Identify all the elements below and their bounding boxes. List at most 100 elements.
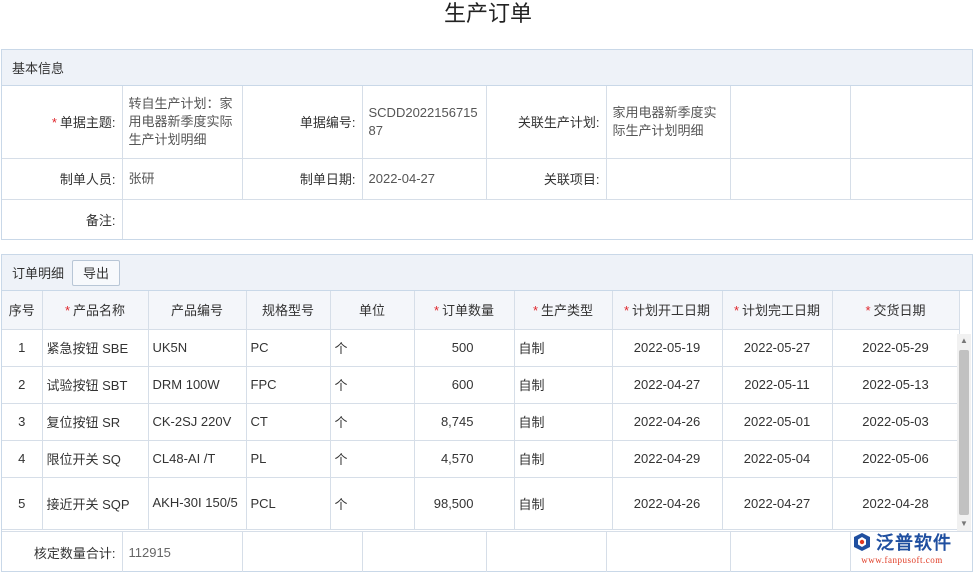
cell-unit[interactable]: 个	[330, 366, 415, 404]
empty-cell	[729, 86, 851, 159]
cell-start[interactable]: 2022-04-26	[612, 403, 723, 441]
cell-unit[interactable]: 个	[330, 329, 415, 367]
basic-info-table: * 单据主题: 转自生产计划：家用电器新季度实际生产计划明细 单据编号: SCDD…	[2, 86, 972, 239]
cell-name[interactable]: 紧急按钮 SBE	[42, 329, 149, 367]
cell-start[interactable]: 2022-04-27	[612, 366, 723, 404]
date-value[interactable]: 2022-04-27	[361, 157, 487, 200]
required-mark: *	[64, 303, 71, 319]
logo-icon	[854, 533, 870, 551]
col-header-code[interactable]: 产品编号	[148, 291, 247, 330]
cell-no: 5	[2, 477, 43, 530]
total-value: 112915	[122, 532, 243, 572]
col-header-finish[interactable]: * 计划完工日期	[722, 291, 833, 330]
summary-table: 核定数量合计: 112915	[2, 532, 972, 572]
cell-no: 3	[2, 403, 43, 441]
cell-start[interactable]: 2022-04-29	[612, 440, 723, 478]
col-header-no[interactable]: 序号	[2, 291, 43, 330]
empty-cell	[849, 86, 972, 159]
brand-logo: 泛普软件 www.fanpusoft.com	[840, 529, 964, 565]
cell-code[interactable]: CL48-AI /T	[148, 440, 247, 478]
cell-type[interactable]: 自制	[514, 440, 613, 478]
cell-code[interactable]: DRM 100W	[148, 366, 247, 404]
project-label: 关联项目:	[485, 157, 607, 200]
order-detail-panel: 订单明细 导出 序号 * 产品名称 产品编号 规格型号 单位 * 订单数量 * 生产类…	[1, 254, 973, 572]
logo-text: 泛普软件	[876, 533, 952, 553]
cell-name[interactable]: 限位开关 SQ	[42, 440, 149, 478]
table-row[interactable]: 2 试验按钮 SBT DRM 100W FPC 个 600 自制 2022-04…	[2, 366, 960, 404]
subject-value[interactable]: 转自生产计划：家用电器新季度实际生产计划明细	[121, 86, 243, 159]
cell-type[interactable]: 自制	[514, 329, 613, 367]
col-header-delivery[interactable]: * 交货日期	[832, 291, 960, 330]
project-value[interactable]	[605, 157, 731, 200]
cell-spec[interactable]: PC	[246, 329, 331, 367]
export-button[interactable]: 导出	[72, 259, 121, 286]
cell-finish[interactable]: 2022-04-27	[722, 477, 833, 530]
cell-qty[interactable]: 4,570	[414, 440, 515, 478]
required-mark: *	[623, 303, 630, 319]
table-row[interactable]: 1 紧急按钮 SBE UK5N PC 个 500 自制 2022-05-19 2…	[2, 329, 960, 367]
cell-name[interactable]: 复位按钮 SR	[42, 403, 149, 441]
scroll-thumb[interactable]	[959, 350, 969, 515]
scroll-up-icon[interactable]: ▲	[957, 334, 971, 348]
cell-code[interactable]: CK-2SJ 220V	[148, 403, 247, 441]
cell-delivery[interactable]: 2022-05-03	[832, 403, 960, 441]
summary-row: 核定数量合计: 112915	[2, 531, 972, 572]
cell-qty[interactable]: 8,745	[414, 403, 515, 441]
remark-value[interactable]	[121, 198, 972, 239]
cell-name[interactable]: 试验按钮 SBT	[42, 366, 149, 404]
logo-url: www.fanpusoft.com	[861, 555, 943, 565]
empty-cell	[729, 157, 851, 200]
basic-info-panel: 基本信息 * 单据主题: 转自生产计划：家用电器新季度实际生产计划明细 单据编号:…	[1, 49, 973, 240]
cell-qty[interactable]: 600	[414, 366, 515, 404]
cell-type[interactable]: 自制	[514, 403, 613, 441]
plan-value[interactable]: 家用电器新季度实际生产计划明细	[605, 86, 731, 159]
cell-qty[interactable]: 500	[414, 329, 515, 367]
cell-code[interactable]: UK5N	[148, 329, 247, 367]
col-header-name[interactable]: * 产品名称	[42, 291, 149, 330]
required-mark: *	[51, 115, 57, 131]
cell-spec[interactable]: FPC	[246, 366, 331, 404]
cell-start[interactable]: 2022-05-19	[612, 329, 723, 367]
cell-delivery[interactable]: 2022-04-28	[832, 477, 960, 530]
cell-finish[interactable]: 2022-05-04	[722, 440, 833, 478]
cell-qty[interactable]: 98,500	[414, 477, 515, 530]
order-detail-title: 订单明细	[12, 266, 65, 281]
required-mark: *	[433, 303, 440, 319]
col-header-unit[interactable]: 单位	[330, 291, 415, 330]
cell-code[interactable]: AKH-30I 150/5	[148, 477, 247, 530]
cell-unit[interactable]: 个	[330, 440, 415, 478]
cell-type[interactable]: 自制	[514, 366, 613, 404]
col-header-type[interactable]: * 生产类型	[514, 291, 613, 330]
total-label: 核定数量合计:	[2, 532, 123, 572]
col-header-qty[interactable]: * 订单数量	[414, 291, 515, 330]
empty-cell	[730, 532, 851, 572]
cell-finish[interactable]: 2022-05-01	[722, 403, 833, 441]
vertical-scrollbar[interactable]: ▲ ▼	[957, 334, 971, 531]
empty-cell	[849, 157, 972, 200]
cell-spec[interactable]: PL	[246, 440, 331, 478]
cell-name[interactable]: 接近开关 SQP	[42, 477, 149, 530]
table-row[interactable]: 5 接近开关 SQP AKH-30I 150/5 PCL 个 98,500 自制…	[2, 477, 960, 530]
maker-value[interactable]: 张研	[121, 157, 243, 200]
cell-unit[interactable]: 个	[330, 477, 415, 530]
cell-start[interactable]: 2022-04-26	[612, 477, 723, 530]
cell-spec[interactable]: CT	[246, 403, 331, 441]
cell-delivery[interactable]: 2022-05-13	[832, 366, 960, 404]
subject-label: * 单据主题:	[2, 86, 123, 159]
maker-label: 制单人员:	[2, 157, 123, 200]
cell-finish[interactable]: 2022-05-27	[722, 329, 833, 367]
col-header-start[interactable]: * 计划开工日期	[612, 291, 723, 330]
page-title: 生产订单	[443, 1, 532, 26]
cell-delivery[interactable]: 2022-05-06	[832, 440, 960, 478]
cell-unit[interactable]: 个	[330, 403, 415, 441]
order-detail-header: 订单明细 导出	[2, 255, 972, 291]
cell-finish[interactable]: 2022-05-11	[722, 366, 833, 404]
cell-type[interactable]: 自制	[514, 477, 613, 530]
col-header-spec[interactable]: 规格型号	[246, 291, 331, 330]
table-row[interactable]: 3 复位按钮 SR CK-2SJ 220V CT 个 8,745 自制 2022…	[2, 403, 960, 441]
cell-delivery[interactable]: 2022-05-29	[832, 329, 960, 367]
doc-no-value[interactable]: SCDD202215671587	[361, 86, 487, 159]
table-row[interactable]: 4 限位开关 SQ CL48-AI /T PL 个 4,570 自制 2022-…	[2, 440, 960, 478]
doc-no-label: 单据编号:	[241, 86, 363, 159]
cell-spec[interactable]: PCL	[246, 477, 331, 530]
